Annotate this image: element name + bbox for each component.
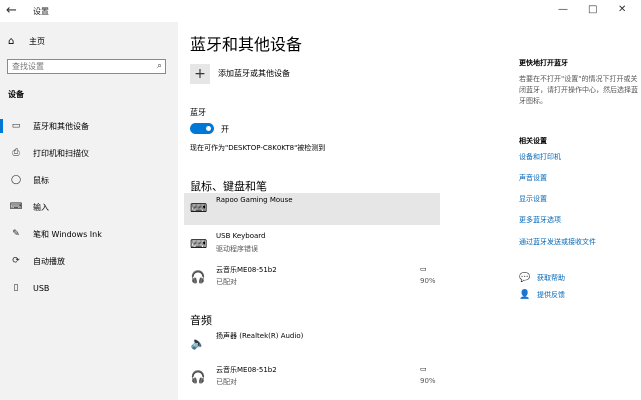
mouse-icon: ◯ [10, 175, 22, 185]
maximize-button[interactable]: □ [588, 4, 597, 16]
sidebar-item-mouse[interactable]: ◯ 鼠标 [0, 170, 178, 190]
sidebar-item-label: 鼠标 [33, 175, 49, 185]
device-name: 云音乐ME08-51b2 [216, 366, 277, 374]
device-item[interactable]: 🔈 扬声器 (Realtek(R) Audio) [184, 328, 440, 360]
sidebar-item-typing[interactable]: ⌨ 输入 [0, 197, 178, 217]
bluetooth-toggle[interactable] [190, 123, 214, 134]
feedback-label: 提供反馈 [537, 291, 565, 299]
get-help-link[interactable]: 💬 获取帮助 [519, 273, 565, 283]
printer-icon: ⎙ [12, 148, 20, 158]
autoplay-icon: ⟳ [12, 256, 20, 266]
device-status: 已配对 [216, 278, 237, 286]
device-item[interactable]: ⌨ Rapoo Gaming Mouse [184, 193, 440, 225]
search-box[interactable]: ⌕ [7, 59, 166, 74]
device-name: USB Keyboard [216, 232, 266, 240]
bluetooth-toggle-state: 开 [221, 125, 229, 134]
device-name: 云音乐ME08-51b2 [216, 266, 277, 274]
quick-bluetooth-title: 更快地打开蓝牙 [519, 59, 568, 67]
sidebar-item-pen[interactable]: ✎ 笔和 Windows Ink [0, 224, 178, 244]
keyboard-icon: ⌨ [190, 201, 208, 215]
bluetooth-label: 蓝牙 [190, 108, 206, 117]
device-item[interactable]: ⌨ USB Keyboard 驱动程序错误 [184, 229, 440, 261]
sidebar-item-bluetooth[interactable]: ▭ 蓝牙和其他设备 [0, 116, 178, 136]
sidebar-home-label: 主页 [29, 37, 45, 46]
usb-icon: ▯ [13, 283, 19, 293]
device-status: 驱动程序错误 [216, 245, 258, 253]
link-more-bluetooth-options[interactable]: 更多蓝牙选项 [519, 215, 561, 225]
feedback-icon: 👤 [519, 290, 531, 300]
discoverable-text: 现在可作为"DESKTOP-C8K0KT8"被检测到 [190, 144, 326, 152]
chat-help-icon: 💬 [519, 273, 531, 283]
battery-level: 90% [420, 377, 436, 385]
headset-icon: 🎧 [190, 270, 206, 284]
sidebar-item-label: 笔和 Windows Ink [33, 229, 102, 239]
battery-level: 90% [420, 277, 436, 285]
keyboard-icon: ⌨ [9, 202, 23, 212]
keyboard-icon: ⌨ [190, 237, 208, 251]
speaker-icon: 🔈 [190, 336, 206, 350]
sidebar-item-autoplay[interactable]: ⟳ 自动播放 [0, 251, 178, 271]
link-sound-settings[interactable]: 声音设置 [519, 173, 547, 183]
sidebar-item-label: USB [33, 283, 50, 293]
device-name: 扬声器 (Realtek(R) Audio) [216, 332, 304, 340]
battery-icon: ▭ [420, 365, 427, 373]
pen-icon: ✎ [12, 229, 20, 239]
battery-icon: ▭ [420, 265, 427, 273]
sidebar-item-printers[interactable]: ⎙ 打印机和扫描仪 [0, 143, 178, 163]
add-device-button[interactable]: + [190, 64, 210, 84]
link-devices-printers[interactable]: 设备和打印机 [519, 152, 561, 162]
search-input[interactable] [12, 61, 147, 72]
device-name: Rapoo Gaming Mouse [216, 196, 293, 204]
quick-bluetooth-desc: 若要在不打开"设置"的情况下打开或关闭蓝牙，请打开操作中心，然后选择蓝牙图标。 [519, 75, 638, 105]
minimize-button[interactable]: — [558, 4, 568, 16]
link-bluetooth-file-transfer[interactable]: 通过蓝牙发送或接收文件 [519, 237, 596, 247]
link-display-settings[interactable]: 显示设置 [519, 194, 547, 204]
home-icon: ⌂ [8, 36, 15, 47]
sidebar-item-label: 打印机和扫描仪 [33, 148, 89, 158]
plus-icon: + [194, 66, 206, 82]
section-title-input-devices: 鼠标、键盘和笔 [190, 180, 267, 193]
close-button[interactable]: ✕ [618, 4, 626, 16]
device-item[interactable]: 🎧 云音乐ME08-51b2 已配对 ▭ 90% [184, 262, 440, 294]
arrow-left-icon[interactable]: ← [6, 3, 22, 19]
sidebar: ⌂ 主页 ⌕ 设备 ▭ 蓝牙和其他设备 ⎙ 打印机和扫描仪 ◯ 鼠标 ⌨ 输入 … [0, 22, 178, 400]
window-title: 设置 [33, 7, 49, 16]
sidebar-item-usb[interactable]: ▯ USB [0, 278, 178, 298]
sidebar-item-label: 蓝牙和其他设备 [33, 121, 89, 131]
headset-icon: 🎧 [190, 370, 206, 384]
search-icon[interactable]: ⌕ [157, 61, 162, 71]
title-bar: ← 设置 — □ ✕ [0, 0, 641, 22]
device-status: 已配对 [216, 378, 237, 386]
monitor-icon: ▭ [11, 121, 21, 131]
page-title: 蓝牙和其他设备 [190, 35, 303, 54]
section-title-audio: 音频 [190, 314, 212, 327]
related-panel: 更快地打开蓝牙 若要在不打开"设置"的情况下打开或关闭蓝牙，请打开操作中心，然后… [519, 22, 641, 400]
sidebar-home[interactable]: ⌂ 主页 [8, 36, 45, 47]
related-settings-title: 相关设置 [519, 137, 547, 145]
add-device-label[interactable]: 添加蓝牙或其他设备 [218, 68, 290, 79]
get-help-label: 获取帮助 [537, 274, 565, 282]
sidebar-item-label: 自动播放 [33, 256, 65, 266]
device-item[interactable]: 🎧 云音乐ME08-51b2 已配对 ▭ 90% [184, 362, 440, 394]
feedback-link[interactable]: 👤 提供反馈 [519, 290, 565, 300]
sidebar-section-title: 设备 [8, 90, 24, 99]
sidebar-item-label: 输入 [33, 202, 49, 212]
